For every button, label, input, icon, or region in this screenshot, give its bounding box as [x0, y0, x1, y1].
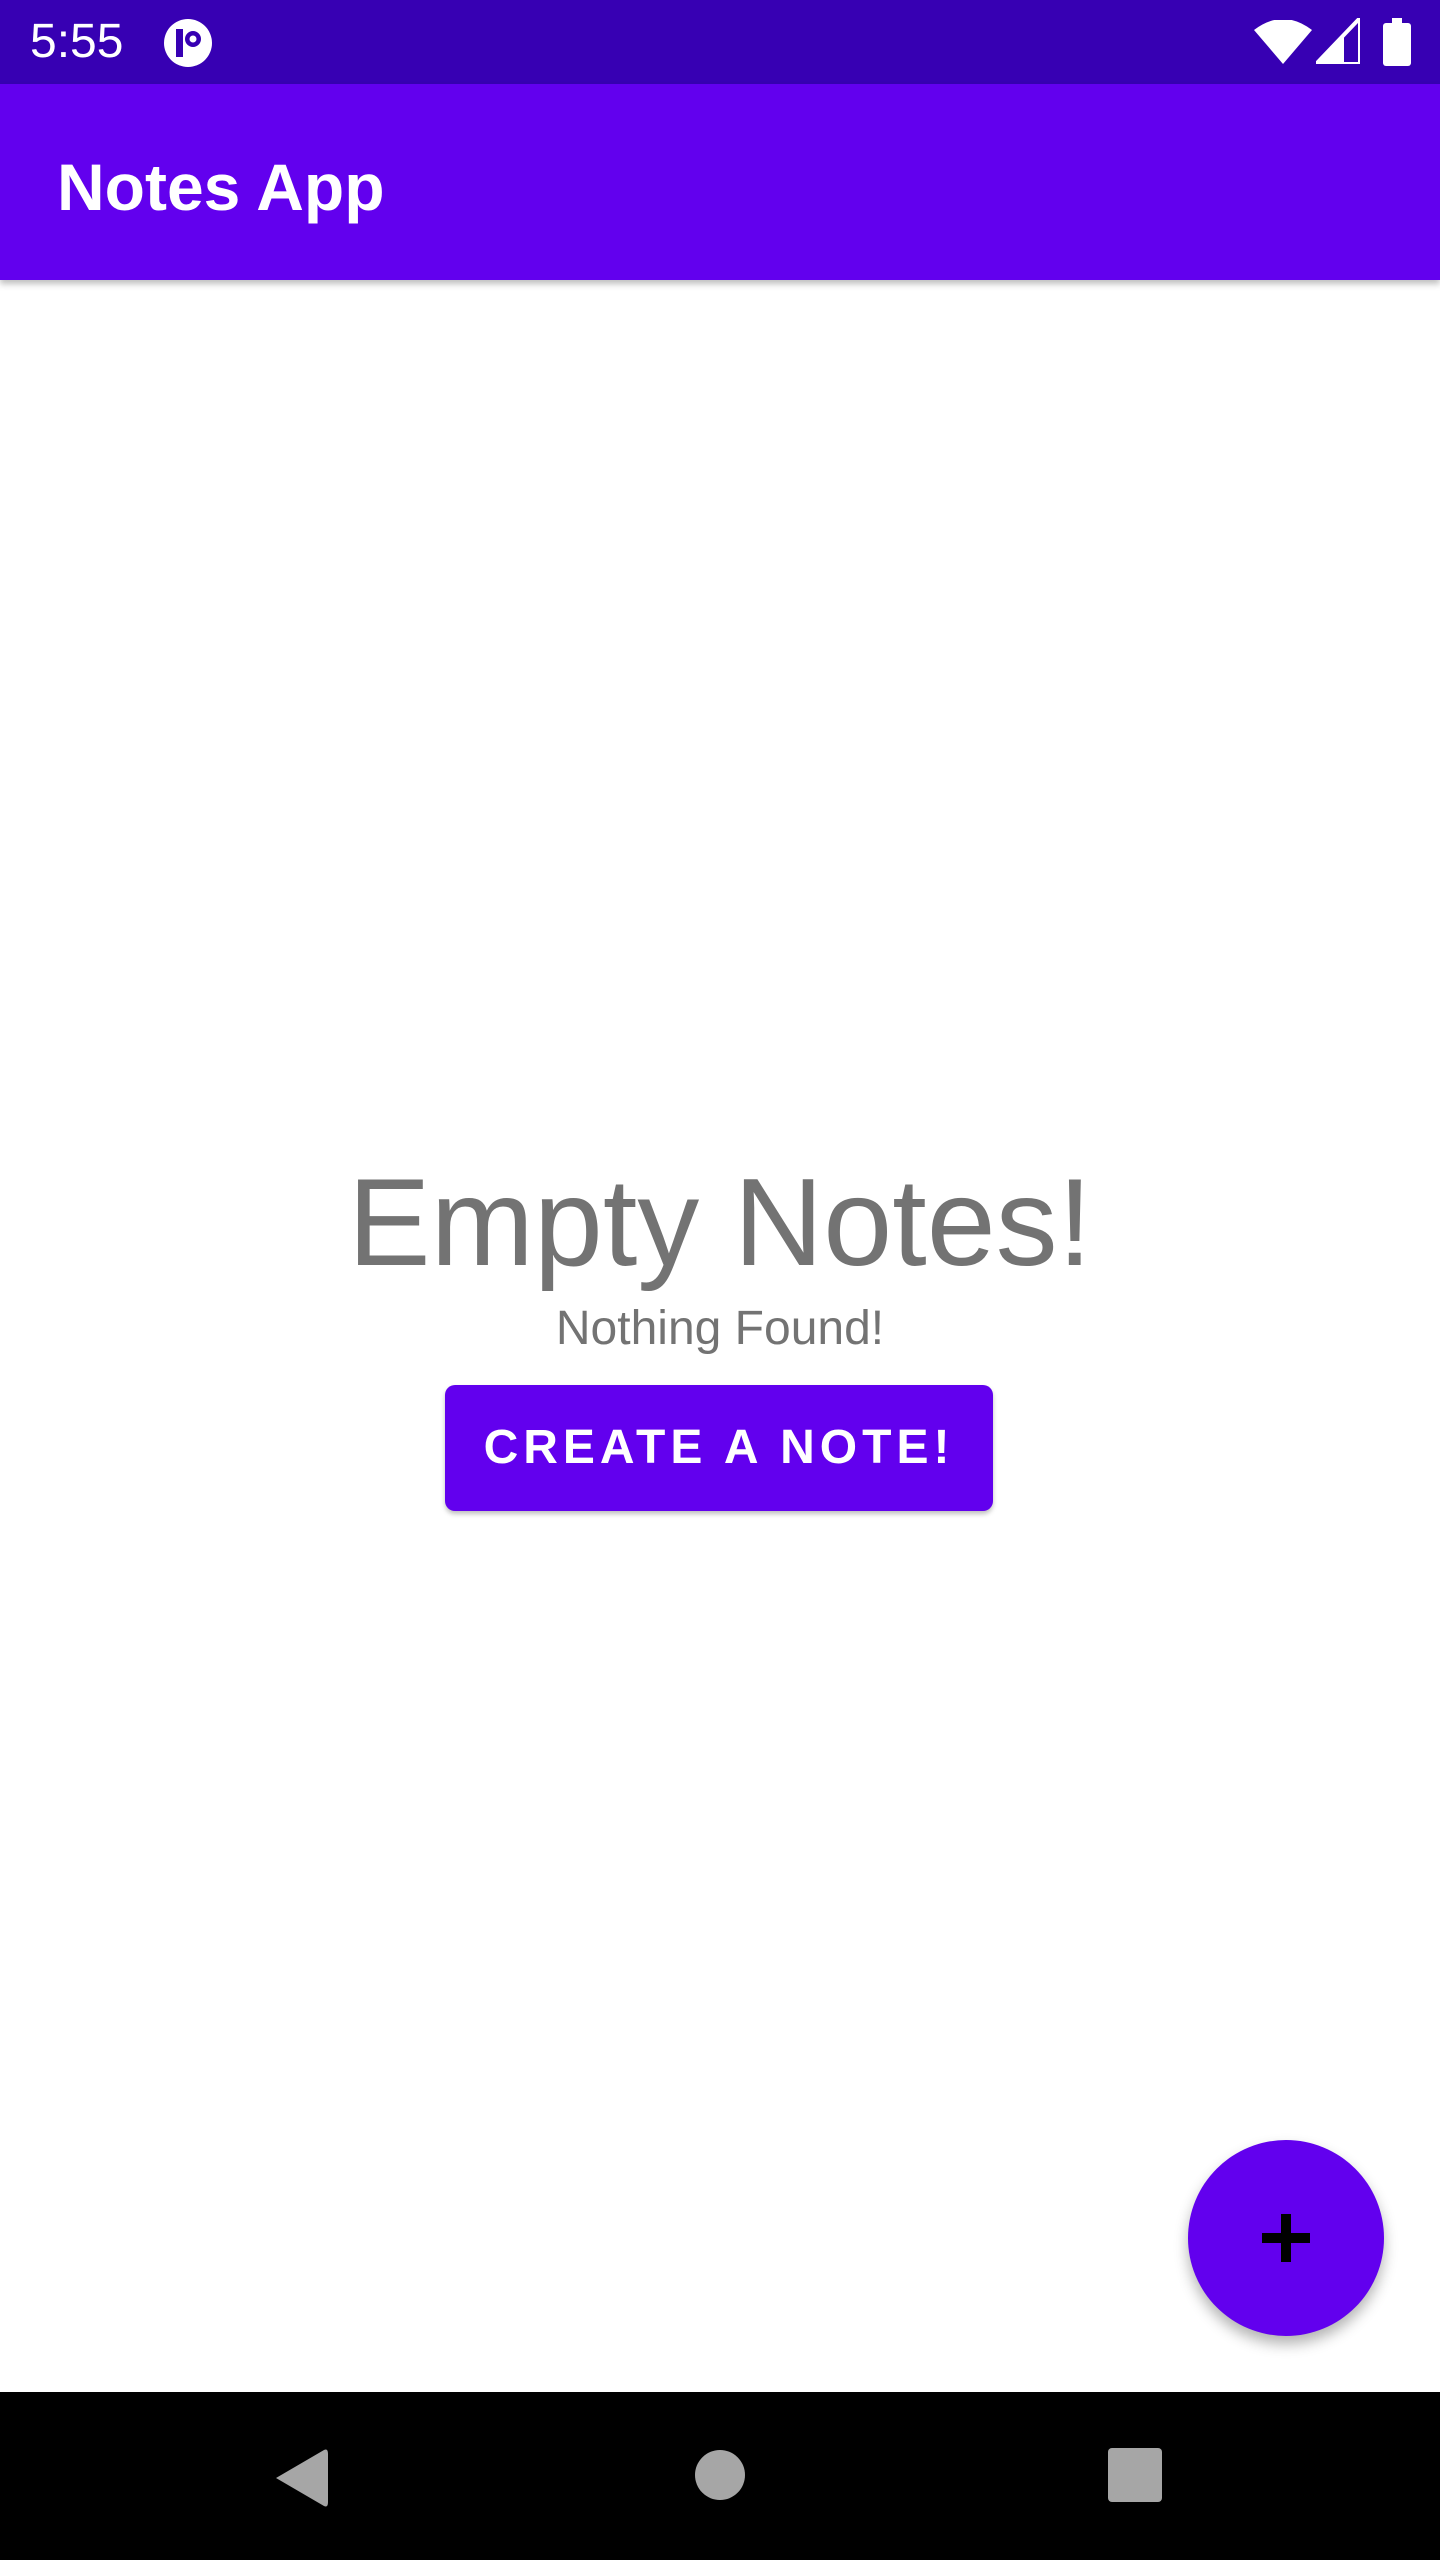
battery-icon [1383, 18, 1411, 66]
navigation-bar [0, 2392, 1440, 2560]
add-note-fab[interactable] [1188, 2140, 1384, 2336]
plus-icon [1262, 2214, 1310, 2262]
app-notification-icon [164, 19, 212, 67]
home-icon[interactable] [695, 2450, 745, 2500]
back-icon[interactable] [272, 2446, 328, 2510]
create-note-button[interactable]: CREATE A NOTE! [445, 1385, 993, 1511]
nothing-found-subtitle: Nothing Found! [555, 1302, 885, 1355]
cell-signal-icon [1316, 18, 1360, 64]
recents-icon[interactable] [1108, 2448, 1162, 2502]
app-bar: Notes App [0, 84, 1440, 280]
app-title: Notes App [57, 150, 385, 224]
empty-state: Empty Notes! Nothing Found! [0, 1150, 1440, 1358]
status-bar: 5:55 [0, 0, 1440, 84]
wifi-icon [1254, 20, 1312, 64]
screen: 5:55 Notes App Empty Notes! Nothing Foun… [0, 0, 1440, 2560]
status-time: 5:55 [30, 15, 124, 68]
empty-notes-title: Empty Notes! [347, 1154, 1093, 1292]
